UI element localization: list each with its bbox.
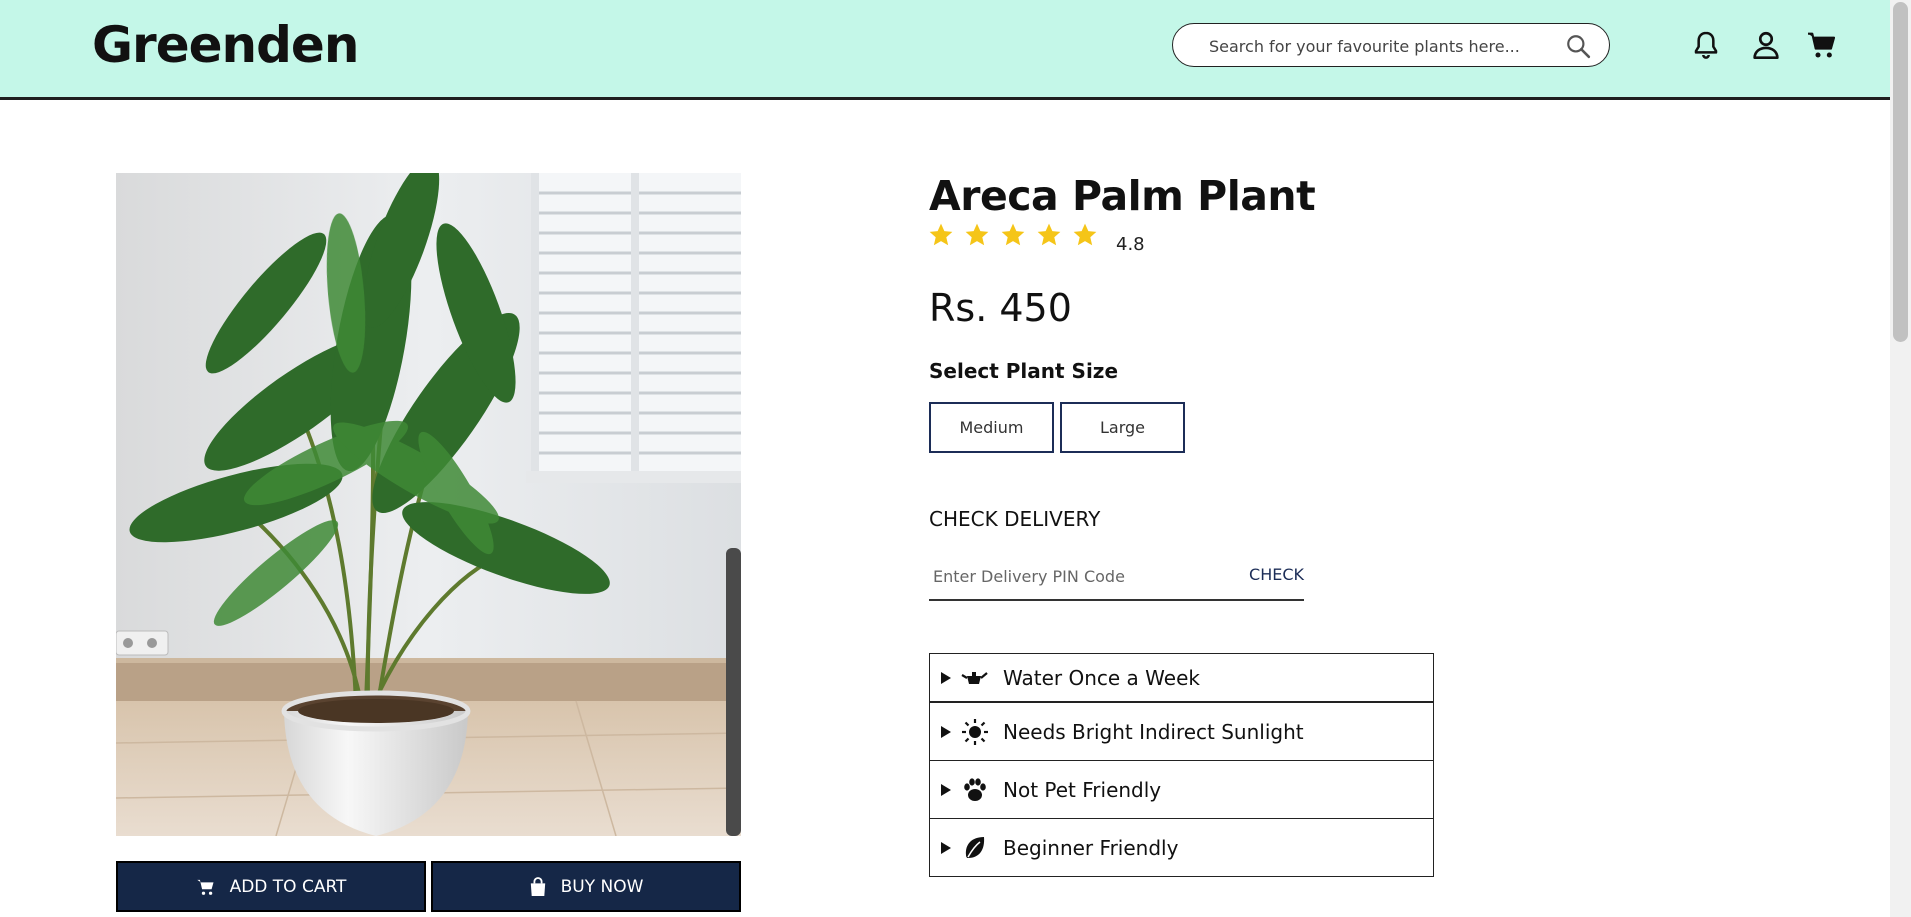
size-medium-button[interactable]: Medium	[929, 402, 1054, 453]
add-to-cart-label: ADD TO CART	[229, 876, 347, 897]
scrollbar-thumb[interactable]	[1893, 2, 1908, 342]
cart-icon	[196, 879, 214, 895]
bell-icon[interactable]	[1690, 28, 1722, 62]
paw-icon	[961, 776, 989, 804]
care-item-label: Needs Bright Indirect Sunlight	[1003, 719, 1304, 744]
care-item-label: Beginner Friendly	[1003, 835, 1179, 860]
product-image	[116, 173, 741, 836]
care-item-sunlight[interactable]: Needs Bright Indirect Sunlight	[929, 702, 1434, 761]
expand-triangle-icon	[941, 841, 951, 854]
watering-can-icon	[961, 664, 989, 692]
care-item-beginner[interactable]: Beginner Friendly	[929, 818, 1434, 877]
search-icon[interactable]	[1565, 33, 1591, 59]
top-header: Greenden	[0, 0, 1890, 100]
size-large-button[interactable]: Large	[1060, 402, 1185, 453]
brand-logo[interactable]: Greenden	[92, 16, 359, 74]
care-item-label: Not Pet Friendly	[1003, 777, 1162, 802]
care-item-label: Water Once a Week	[1003, 665, 1200, 690]
expand-triangle-icon	[941, 671, 951, 684]
cart-icon[interactable]	[1806, 28, 1838, 62]
care-item-water[interactable]: Water Once a Week	[929, 653, 1434, 702]
user-icon[interactable]	[1750, 28, 1782, 62]
search-bar	[1172, 23, 1610, 67]
star-icon	[1001, 223, 1025, 246]
delivery-title: CHECK DELIVERY	[929, 507, 1101, 531]
add-to-cart-button[interactable]: ADD TO CART	[116, 861, 426, 912]
care-item-pet[interactable]: Not Pet Friendly	[929, 760, 1434, 819]
pin-check-button[interactable]: CHECK	[1249, 565, 1304, 584]
product-price: Rs. 450	[929, 286, 1072, 330]
shopping-bag-icon	[530, 876, 545, 896]
expand-triangle-icon	[941, 783, 951, 796]
star-rating	[928, 222, 1098, 248]
rating-value: 4.8	[1116, 234, 1145, 255]
product-title: Areca Palm Plant	[929, 172, 1316, 220]
pin-code-field: CHECK	[929, 555, 1304, 601]
size-label: Select Plant Size	[929, 359, 1119, 383]
buy-now-label: BUY NOW	[560, 876, 644, 897]
star-icon	[965, 223, 989, 246]
star-icon	[929, 223, 953, 246]
expand-triangle-icon	[941, 725, 951, 738]
star-icon	[1037, 223, 1061, 246]
search-input[interactable]	[1209, 34, 1539, 58]
page-scrollbar[interactable]	[1890, 0, 1911, 917]
star-icon	[1073, 223, 1097, 246]
pin-code-input[interactable]	[933, 563, 1233, 589]
leaf-icon	[961, 834, 989, 862]
sun-icon	[961, 718, 989, 746]
buy-now-button[interactable]: BUY NOW	[431, 861, 741, 912]
